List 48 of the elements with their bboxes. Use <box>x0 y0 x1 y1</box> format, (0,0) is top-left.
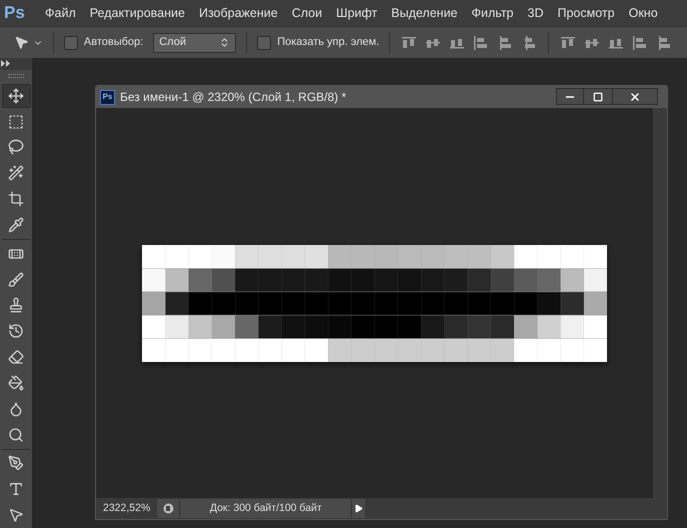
close-button[interactable] <box>612 88 658 105</box>
scrollbar[interactable] <box>653 108 667 498</box>
expand-icon[interactable] <box>1 60 10 68</box>
menu-item[interactable]: Изображение <box>192 4 285 22</box>
minimize-button[interactable] <box>556 88 584 105</box>
dashed-square-icon <box>8 114 24 130</box>
history-brush-icon <box>8 323 24 340</box>
document-app-icon: Ps <box>100 90 115 104</box>
page-icon <box>162 503 174 514</box>
stamp-icon <box>8 297 24 314</box>
checkbox-label: Автовыбор: <box>84 35 144 50</box>
menu-item[interactable]: Окно <box>622 4 665 22</box>
crop-icon <box>8 191 24 208</box>
status-menu-button[interactable] <box>351 499 366 518</box>
document-info: Док: 300 байт/100 байт <box>179 499 352 518</box>
document-title: Без имени-1 @ 2320% (Слой 1, RGB/8) * <box>120 89 348 106</box>
checkbox[interactable] <box>64 36 78 50</box>
magic-wand-icon <box>8 165 24 182</box>
export-button[interactable] <box>157 499 180 518</box>
close-icon <box>629 90 641 102</box>
droplet-icon <box>8 400 24 417</box>
checkbox-label: Показать упр. элем. <box>277 35 380 50</box>
menu-item[interactable]: Выделение <box>384 4 465 22</box>
menu-item[interactable]: Фильтр <box>464 4 521 22</box>
eraser-icon <box>8 349 24 366</box>
lasso-icon <box>8 139 24 156</box>
panel-grip[interactable] <box>8 74 24 78</box>
type-icon <box>8 481 24 498</box>
eyedropper-icon <box>8 216 24 233</box>
play-icon <box>354 504 364 513</box>
menu-item[interactable]: Шрифт <box>329 4 384 22</box>
maximize-icon <box>593 92 603 102</box>
brush-icon <box>8 272 24 288</box>
zoom-level: 2322,52% <box>102 500 152 516</box>
menu-item[interactable]: Редактирование <box>82 4 192 22</box>
layer-select[interactable]: Слой <box>153 32 236 52</box>
menu-item[interactable]: Слои <box>284 4 330 22</box>
pen-icon <box>8 455 24 472</box>
pointer-icon <box>8 507 24 524</box>
move-icon <box>8 88 24 104</box>
maximize-button[interactable] <box>584 88 612 105</box>
menu-item[interactable]: Файл <box>38 4 83 22</box>
tool-button[interactable] <box>2 84 30 108</box>
checkbox[interactable] <box>257 36 272 50</box>
paint-bucket-icon <box>8 374 24 391</box>
menu-item[interactable]: 3D <box>520 4 550 22</box>
app-logo: Ps <box>3 2 26 24</box>
menu-item[interactable]: Просмотр <box>550 4 622 22</box>
